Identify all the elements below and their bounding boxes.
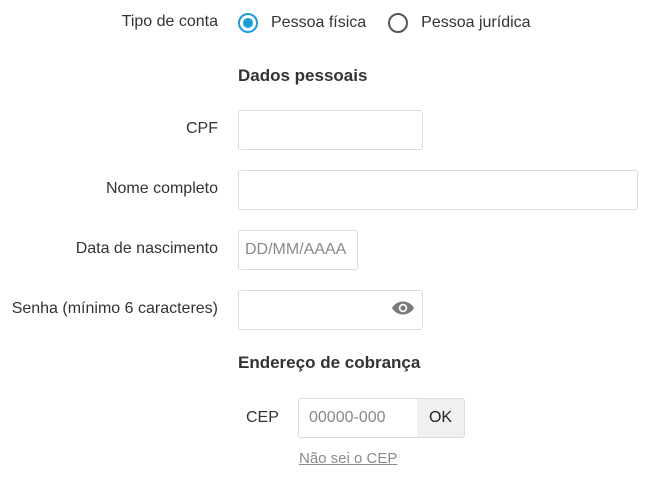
full-name-label: Nome completo [105,180,218,197]
billing-address-heading: Endereço de cobrança [238,353,421,372]
cep-input[interactable] [298,398,418,438]
unknown-cep-link[interactable]: Não sei o CEP [299,450,397,467]
eye-icon[interactable] [391,298,415,318]
radio-pessoa-fisica[interactable]: Pessoa física [238,13,366,33]
cpf-input[interactable] [238,110,423,150]
radio-pessoa-juridica[interactable]: Pessoa jurídica [388,13,531,33]
cpf-label: CPF [186,120,218,137]
radio-checked-icon[interactable] [238,13,258,33]
ok-button[interactable]: OK [417,398,465,438]
cep-label: CEP [246,409,279,426]
full-name-input[interactable] [238,170,638,210]
radio-unchecked-icon[interactable] [388,13,409,33]
personal-data-heading: Dados pessoais [238,66,368,85]
account-type-radio-group: Pessoa física Pessoa jurídica [238,11,531,35]
birth-date-label: Data de nascimento [75,240,218,257]
radio-dot [243,18,253,28]
account-type-label: Tipo de conta [121,13,218,30]
radio-label-pessoa-juridica: Pessoa jurídica [421,14,531,31]
radio-label-pessoa-fisica: Pessoa física [271,14,367,31]
password-label: Senha (mínimo 6 caracteres) [11,300,218,317]
birth-date-input[interactable] [238,230,358,270]
